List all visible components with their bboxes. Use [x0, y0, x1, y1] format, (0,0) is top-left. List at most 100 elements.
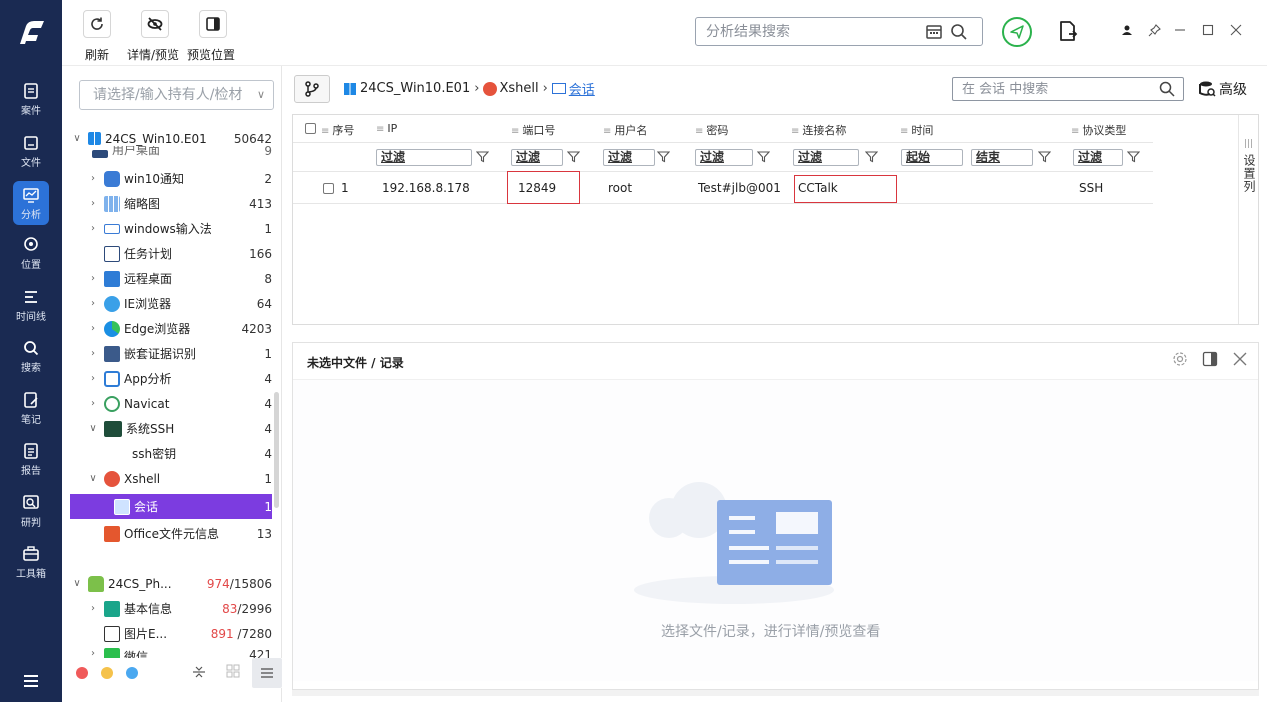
tree-item-image[interactable]: 图片E... 891 /7280 — [70, 621, 272, 646]
tree-item-desktop-partial[interactable]: 用户桌面 9 — [70, 146, 272, 158]
minimize-icon[interactable] — [1172, 22, 1188, 38]
close-icon[interactable] — [1228, 22, 1244, 38]
filter-username-input[interactable]: 过滤 — [603, 149, 655, 166]
tree-item-ime[interactable]: › windows输入法 1 — [70, 216, 272, 241]
pin-icon[interactable] — [1146, 22, 1162, 38]
chevron-down-icon[interactable]: ∨ — [70, 578, 84, 589]
breadcrumb-current[interactable]: 会话 — [569, 79, 595, 98]
funnel-icon[interactable] — [476, 150, 489, 163]
search-icon[interactable] — [950, 23, 968, 41]
column-header-username[interactable]: ≡ 用户名 — [603, 122, 647, 138]
funnel-icon[interactable] — [1127, 150, 1140, 163]
owner-select[interactable]: 请选择/输入持有人/检材 ∨ — [79, 80, 274, 110]
session-search-input[interactable] — [953, 78, 1143, 100]
funnel-icon[interactable] — [757, 150, 770, 163]
details-toggle-button[interactable] — [141, 10, 169, 38]
row-checkbox[interactable] — [323, 183, 334, 194]
breadcrumb-device[interactable]: 24CS_Win10.E01 — [360, 81, 470, 96]
nav-notes[interactable]: 笔记 — [0, 383, 62, 435]
nav-toolbox[interactable]: 工具箱 — [0, 537, 62, 589]
tree-item-task[interactable]: 任务计划 166 — [70, 241, 272, 266]
chevron-right-icon[interactable]: › — [86, 223, 100, 234]
column-header-protocol[interactable]: ≡ 协议类型 — [1071, 122, 1126, 138]
nav-judge[interactable]: 研判 — [0, 486, 62, 538]
search-icon[interactable] — [1159, 81, 1175, 97]
select-all-checkbox[interactable] — [305, 123, 316, 134]
panel-right-icon[interactable] — [1202, 351, 1218, 367]
close-icon[interactable] — [1232, 351, 1248, 367]
funnel-icon[interactable] — [567, 150, 580, 163]
refresh-button[interactable] — [83, 10, 111, 38]
nav-analysis[interactable]: 分析 — [13, 181, 49, 225]
filter-time-start-input[interactable]: 起始 — [901, 149, 963, 166]
chevron-right-icon[interactable]: › — [86, 173, 100, 184]
tree-item-remote[interactable]: › 远程桌面 8 — [70, 266, 272, 291]
filter-connection-name-input[interactable]: 过滤 — [793, 149, 859, 166]
column-settings-button[interactable]: ||| 设置列 — [1238, 115, 1258, 324]
nav-report[interactable]: 报告 — [0, 434, 62, 486]
nav-location[interactable]: 位置 — [0, 228, 62, 280]
chevron-down-icon[interactable]: ∨ — [86, 473, 100, 484]
grid-view-icon[interactable] — [226, 664, 240, 678]
preview-position-button[interactable] — [199, 10, 227, 38]
tree-item-office[interactable]: Office文件元信息 13 — [70, 521, 272, 546]
chevron-right-icon[interactable]: › — [86, 273, 100, 284]
chevron-right-icon[interactable]: › — [86, 198, 100, 209]
user-icon[interactable] — [1119, 22, 1135, 38]
filter-port-input[interactable]: 过滤 — [511, 149, 563, 166]
nav-case[interactable]: 案件 — [0, 74, 62, 126]
collapse-expand-icon[interactable] — [192, 664, 206, 680]
funnel-icon[interactable] — [657, 150, 670, 163]
blue-dot-icon[interactable] — [126, 667, 138, 679]
chevron-right-icon[interactable]: › — [86, 348, 100, 359]
tree-item-ie[interactable]: › IE浏览器 64 — [70, 291, 272, 316]
tree-item-nested[interactable]: › 嵌套证据识别 1 — [70, 341, 272, 366]
breadcrumb-app[interactable]: Xshell — [499, 81, 538, 96]
nav-search[interactable]: 搜索 — [0, 331, 62, 383]
tree-item-navicat[interactable]: › Navicat 4 — [70, 391, 272, 416]
funnel-icon[interactable] — [1038, 150, 1051, 163]
tree-root-phone[interactable]: ∨ 24CS_Ph... 974/15806 — [70, 571, 272, 596]
column-header-connection-name[interactable]: ≡ 连接名称 — [791, 122, 846, 138]
calendar-icon[interactable] — [925, 23, 943, 41]
maximize-icon[interactable] — [1200, 22, 1216, 38]
tree-item-ssh-key[interactable]: ssh密钥 4 — [70, 441, 272, 466]
tree-item-thumbnail[interactable]: › 缩略图 413 — [70, 191, 272, 216]
chevron-right-icon[interactable]: › — [86, 373, 100, 384]
send-button[interactable] — [1002, 17, 1032, 47]
column-header-index[interactable]: ≡ 序号 — [321, 122, 354, 138]
nav-timeline[interactable]: 时间线 — [0, 280, 62, 332]
tree-item-win10-notify[interactable]: › win10通知 2 — [70, 166, 272, 191]
branch-toggle-button[interactable] — [294, 75, 330, 103]
list-view-button[interactable] — [252, 658, 282, 688]
chevron-right-icon[interactable]: › — [86, 323, 100, 334]
column-header-ip[interactable]: ≡ IP — [376, 122, 397, 135]
column-header-time[interactable]: ≡ 时间 — [900, 122, 933, 138]
export-file-icon[interactable] — [1057, 20, 1079, 44]
table-row[interactable]: 1 192.168.8.178 12849 root Test#jlb@001 … — [293, 171, 1153, 204]
tree-item-basic-info[interactable]: › 基本信息 83/2996 — [70, 596, 272, 621]
tree-item-xshell[interactable]: ∨ Xshell 1 — [70, 466, 272, 491]
preview-scrollbar[interactable] — [292, 690, 1259, 696]
filter-time-end-input[interactable]: 结束 — [971, 149, 1033, 166]
tree-item-session[interactable]: 会话 1 — [70, 494, 272, 519]
tree-item-edge[interactable]: › Edge浏览器 4203 — [70, 316, 272, 341]
red-dot-icon[interactable] — [76, 667, 88, 679]
chevron-right-icon[interactable]: › — [86, 398, 100, 409]
funnel-icon[interactable] — [865, 150, 878, 163]
gear-icon[interactable] — [1172, 351, 1188, 367]
nav-file[interactable]: 文件 — [0, 126, 62, 178]
advanced-search-button[interactable]: 高级 — [1198, 79, 1247, 99]
chevron-right-icon[interactable]: › — [86, 298, 100, 309]
hamburger-menu-icon[interactable] — [23, 674, 39, 688]
chevron-right-icon[interactable]: › — [86, 603, 100, 614]
yellow-dot-icon[interactable] — [101, 667, 113, 679]
column-header-port[interactable]: ≡ 端口号 — [511, 122, 555, 138]
column-header-password[interactable]: ≡ 密码 — [695, 122, 728, 138]
chevron-down-icon[interactable]: ∨ — [86, 423, 100, 434]
tree-item-ssh[interactable]: ∨ 系统SSH 4 — [70, 416, 272, 441]
filter-ip-input[interactable]: 过滤 — [376, 149, 472, 166]
tree-item-app-analysis[interactable]: › App分析 4 — [70, 366, 272, 391]
result-search-input[interactable] — [696, 18, 906, 45]
filter-password-input[interactable]: 过滤 — [695, 149, 753, 166]
